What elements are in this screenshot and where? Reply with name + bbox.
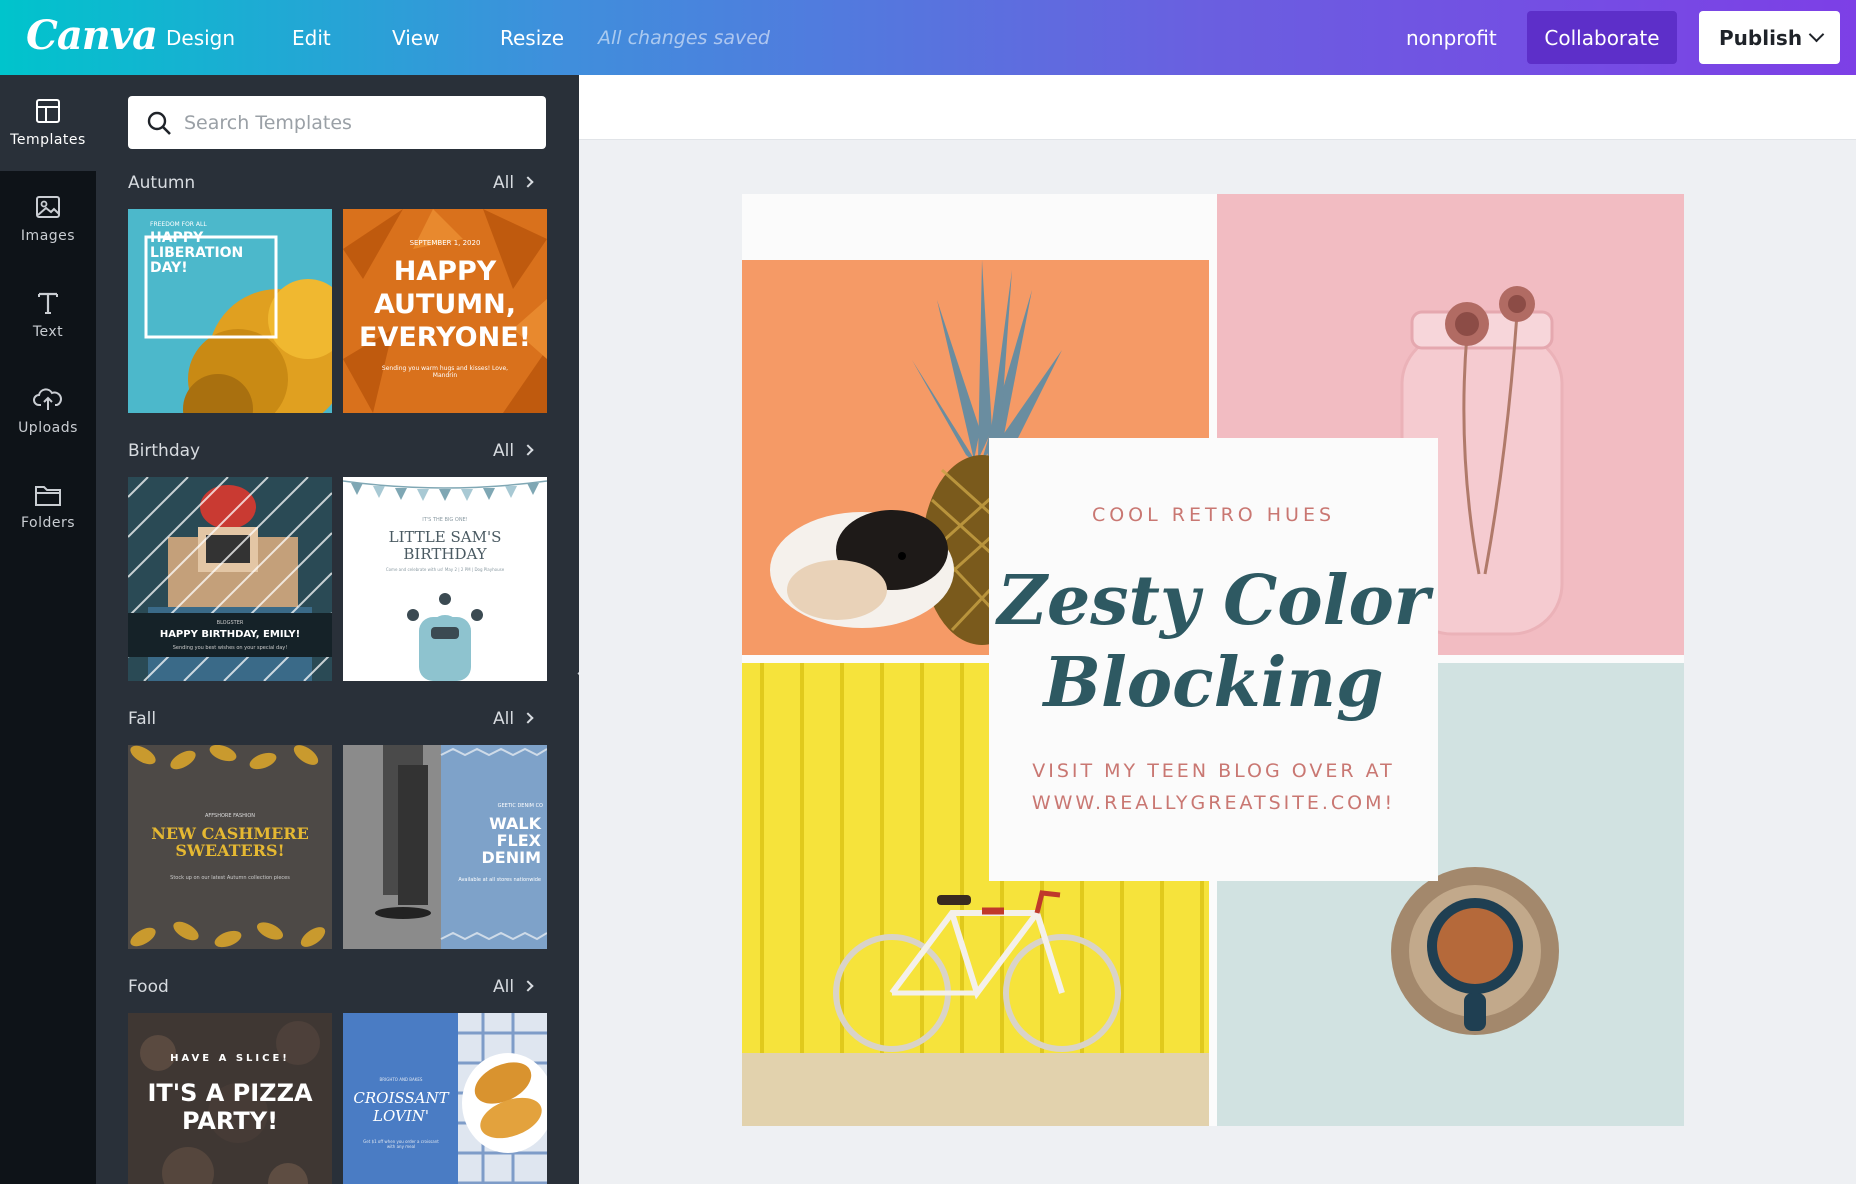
chevron-right-icon — [522, 712, 534, 724]
template-thumb[interactable]: GEETIC DENIM CO WALK FLEX DENIM Availabl… — [343, 745, 547, 949]
search-input[interactable] — [184, 111, 514, 134]
rail-label: Uploads — [18, 420, 78, 436]
template-headline: HAPPY BIRTHDAY, EMILY! — [159, 629, 301, 640]
publish-button[interactable]: Publish — [1699, 11, 1840, 64]
template-kicker: FREEDOM FOR ALL — [150, 221, 207, 228]
see-all-birthday[interactable]: All — [493, 441, 534, 461]
template-footer: Get $1 off when you order a croissant wi… — [363, 1139, 439, 1149]
section-title-food: Food — [128, 977, 169, 997]
template-headline: HAPPY LIBERATION DAY! — [150, 230, 244, 276]
search-icon — [147, 111, 171, 135]
template-thumb[interactable]: HAVE A SLICE! IT'S A PIZZA PARTY! — [128, 1013, 332, 1184]
rail-item-text[interactable]: Text — [0, 267, 96, 363]
left-rail: Templates Images Text Uploads Folders — [0, 75, 96, 1184]
image-icon — [36, 196, 60, 218]
design-body-line1[interactable]: VISIT MY TEEN BLOG OVER AT — [989, 760, 1438, 782]
headline-card[interactable]: COOL RETRO HUES Zesty Color Blocking VIS… — [989, 438, 1438, 881]
template-footer: Stock up on our latest Autumn collection… — [170, 875, 290, 881]
template-footer: Come and celebrate with us! May 2 | 2 PM… — [385, 567, 505, 572]
rail-item-folders[interactable]: Folders — [0, 459, 96, 555]
see-all-fall[interactable]: All — [493, 709, 534, 729]
section-title-birthday: Birthday — [128, 441, 201, 461]
template-thumb[interactable]: FREEDOM FOR ALL HAPPY LIBERATION DAY! — [128, 209, 332, 413]
design-body-line2[interactable]: WWW.REALLYGREATSITE.COM! — [989, 792, 1438, 814]
folder-icon — [35, 486, 61, 506]
templates-panel: Autumn All FREEDOM FOR ALL HAPPY LIBERAT… — [96, 75, 579, 1184]
template-thumb[interactable]: AFFSHORE FASHION NEW CASHMERE SWEATERS! … — [128, 745, 332, 949]
design-title-line2: Blocking — [1043, 643, 1384, 723]
chevron-down-icon — [1808, 26, 1825, 43]
editor-toolbar — [579, 75, 1856, 140]
menu-design[interactable]: Design — [166, 26, 235, 50]
see-all-autumn[interactable]: All — [493, 173, 534, 193]
rail-label: Folders — [20, 515, 76, 531]
template-kicker: AFFSHORE FASHION — [204, 813, 256, 819]
top-bar: Canva Design Edit View Resize All change… — [0, 0, 1856, 75]
rail-label: Templates — [10, 132, 86, 148]
template-headline: NEW CASHMERE SWEATERS! — [151, 824, 309, 860]
template-headline: HAPPY AUTUMN, EVERYONE! — [359, 256, 531, 353]
see-all-food[interactable]: All — [493, 977, 534, 997]
cloud-upload-icon — [33, 388, 62, 410]
section-title-fall: Fall — [128, 709, 157, 729]
design-subtitle[interactable]: COOL RETRO HUES — [989, 504, 1438, 526]
design-title-line1: Zesty Color — [997, 561, 1430, 641]
template-footer: Sending you warm hugs and kisses! Love, … — [381, 365, 509, 379]
menu-view[interactable]: View — [392, 26, 439, 50]
rail-item-uploads[interactable]: Uploads — [0, 363, 96, 459]
see-all-label: All — [493, 977, 515, 997]
template-thumb[interactable]: IT'S THE BIG ONE! LITTLE SAM'S BIRTHDAY … — [343, 477, 547, 681]
template-thumb[interactable]: BLOGSTER HAPPY BIRTHDAY, EMILY! Sending … — [128, 477, 332, 681]
template-kicker: SEPTEMBER 1, 2020 — [409, 239, 481, 247]
rail-label: Text — [32, 324, 64, 340]
chevron-right-icon — [522, 980, 534, 992]
template-thumb[interactable]: BRIGHTO AND BAKES CROISSANT LOVIN' Get $… — [343, 1013, 547, 1184]
section-title-autumn: Autumn — [128, 173, 196, 193]
publish-label: Publish — [1719, 25, 1803, 50]
team-name[interactable]: nonprofit — [1406, 26, 1497, 50]
template-kicker: BRIGHTO AND BAKES — [379, 1077, 423, 1082]
template-kicker: IT'S THE BIG ONE! — [422, 517, 468, 523]
rail-label: Images — [20, 228, 76, 244]
menu-resize[interactable]: Resize — [500, 26, 564, 50]
see-all-label: All — [493, 173, 515, 193]
template-footer: Sending you best wishes on your special … — [172, 645, 288, 651]
save-status: All changes saved — [598, 27, 770, 49]
template-kicker: BLOGSTER — [216, 620, 244, 626]
template-headline: CROISSANT LOVIN' — [353, 1089, 449, 1125]
see-all-label: All — [493, 441, 515, 461]
design-title[interactable]: Zesty Color Blocking — [989, 560, 1438, 724]
chevron-right-icon — [522, 444, 534, 456]
template-headline: WALK FLEX DENIM — [481, 814, 541, 867]
template-headline: IT'S A PIZZA PARTY! — [147, 1079, 313, 1135]
template-kicker: HAVE A SLICE! — [170, 1053, 290, 1064]
search-box[interactable] — [128, 96, 546, 149]
template-thumb[interactable]: SEPTEMBER 1, 2020 HAPPY AUTUMN, EVERYONE… — [343, 209, 547, 413]
templates-icon — [36, 99, 60, 123]
template-kicker: GEETIC DENIM CO — [497, 803, 543, 809]
canva-logo[interactable]: Canva — [26, 12, 158, 59]
template-art — [343, 477, 547, 681]
template-footer: Available at all stores nationwide — [458, 877, 541, 883]
rail-item-images[interactable]: Images — [0, 171, 96, 267]
menu-edit[interactable]: Edit — [292, 26, 331, 50]
rail-item-templates[interactable]: Templates — [0, 75, 96, 171]
see-all-label: All — [493, 709, 515, 729]
chevron-right-icon — [522, 176, 534, 188]
text-icon — [38, 292, 58, 314]
collaborate-button[interactable]: Collaborate — [1527, 11, 1677, 64]
template-headline: LITTLE SAM'S BIRTHDAY — [388, 528, 502, 563]
